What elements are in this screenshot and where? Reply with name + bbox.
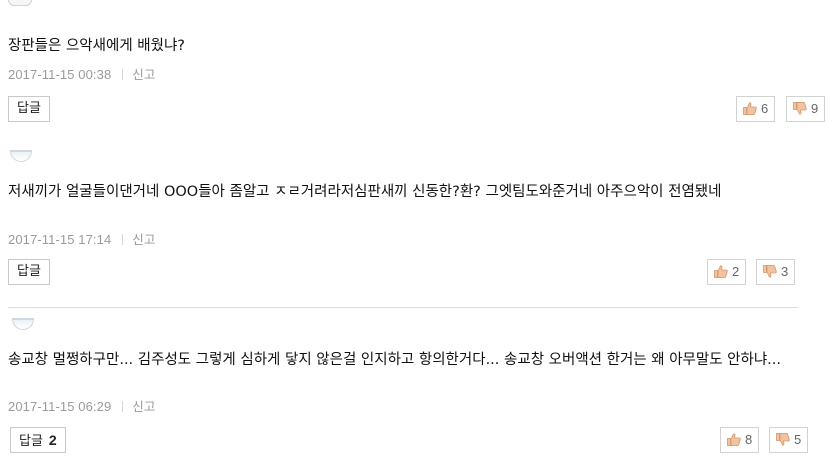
like-button[interactable]: 8 <box>720 427 760 453</box>
reply-label: 답글 <box>19 434 43 449</box>
report-link[interactable]: 신고 <box>132 399 155 414</box>
comment-item: 송교창 멀쩡하구만... 김주성도 그렇게 심하게 닿지 않은걸 인지하고 항의… <box>0 0 837 474</box>
reply-count: 2 <box>48 432 57 448</box>
comment-text: 송교창 멀쩡하구만... 김주성도 그렇게 심하게 닿지 않은걸 인지하고 항의… <box>8 352 782 368</box>
reply-button[interactable]: 답글 2 <box>10 427 66 453</box>
thumbs-up-icon <box>727 433 741 446</box>
meta-divider <box>122 401 124 412</box>
thumbs-down-icon <box>776 433 790 446</box>
comment-date: 2017-11-15 06:29 <box>8 399 112 414</box>
dislike-button[interactable]: 5 <box>769 427 809 453</box>
like-count: 8 <box>745 432 753 447</box>
dislike-count: 5 <box>794 432 802 447</box>
comment-meta: 2017-11-15 06:29 신고 <box>8 396 155 415</box>
avatar-badge-icon <box>12 318 34 332</box>
